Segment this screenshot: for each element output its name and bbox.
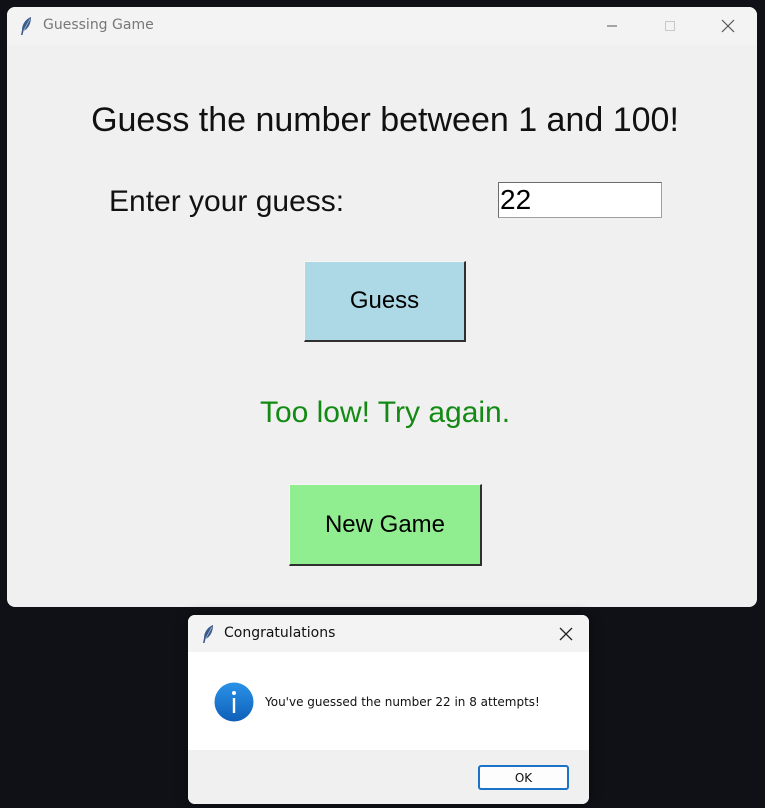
dialog-title-bar[interactable]: Congratulations <box>188 615 589 652</box>
dialog-body: You've guessed the number 22 in 8 attemp… <box>188 652 589 750</box>
dialog-message: You've guessed the number 22 in 8 attemp… <box>265 695 540 709</box>
congratulations-dialog: Congratulations You've guessed the numbe… <box>188 615 589 804</box>
maximize-icon <box>665 21 675 31</box>
headline: Guess the number between 1 and 100! <box>91 101 679 139</box>
guess-label: Enter your guess: <box>109 185 345 218</box>
window-controls <box>583 7 757 45</box>
ok-button[interactable]: OK <box>478 765 569 790</box>
close-icon <box>721 19 735 33</box>
dialog-title: Congratulations <box>224 625 336 641</box>
info-icon <box>214 682 254 722</box>
dialog-close-button[interactable] <box>553 621 579 647</box>
dialog-footer: OK <box>188 750 589 804</box>
minimize-icon <box>607 25 617 27</box>
close-button[interactable] <box>699 7 757 45</box>
close-icon <box>559 627 573 641</box>
maximize-button[interactable] <box>641 7 699 45</box>
guess-button[interactable]: Guess <box>304 261 466 342</box>
minimize-button[interactable] <box>583 7 641 45</box>
main-window: Guessing Game Guess the number between 1… <box>7 7 757 607</box>
feather-icon <box>21 17 31 35</box>
feedback-message: Too low! Try again. <box>259 396 511 429</box>
guess-input[interactable] <box>498 182 662 218</box>
window-title: Guessing Game <box>43 17 154 33</box>
new-game-button[interactable]: New Game <box>289 484 482 566</box>
feather-icon <box>203 625 213 643</box>
title-bar[interactable]: Guessing Game <box>7 7 757 45</box>
